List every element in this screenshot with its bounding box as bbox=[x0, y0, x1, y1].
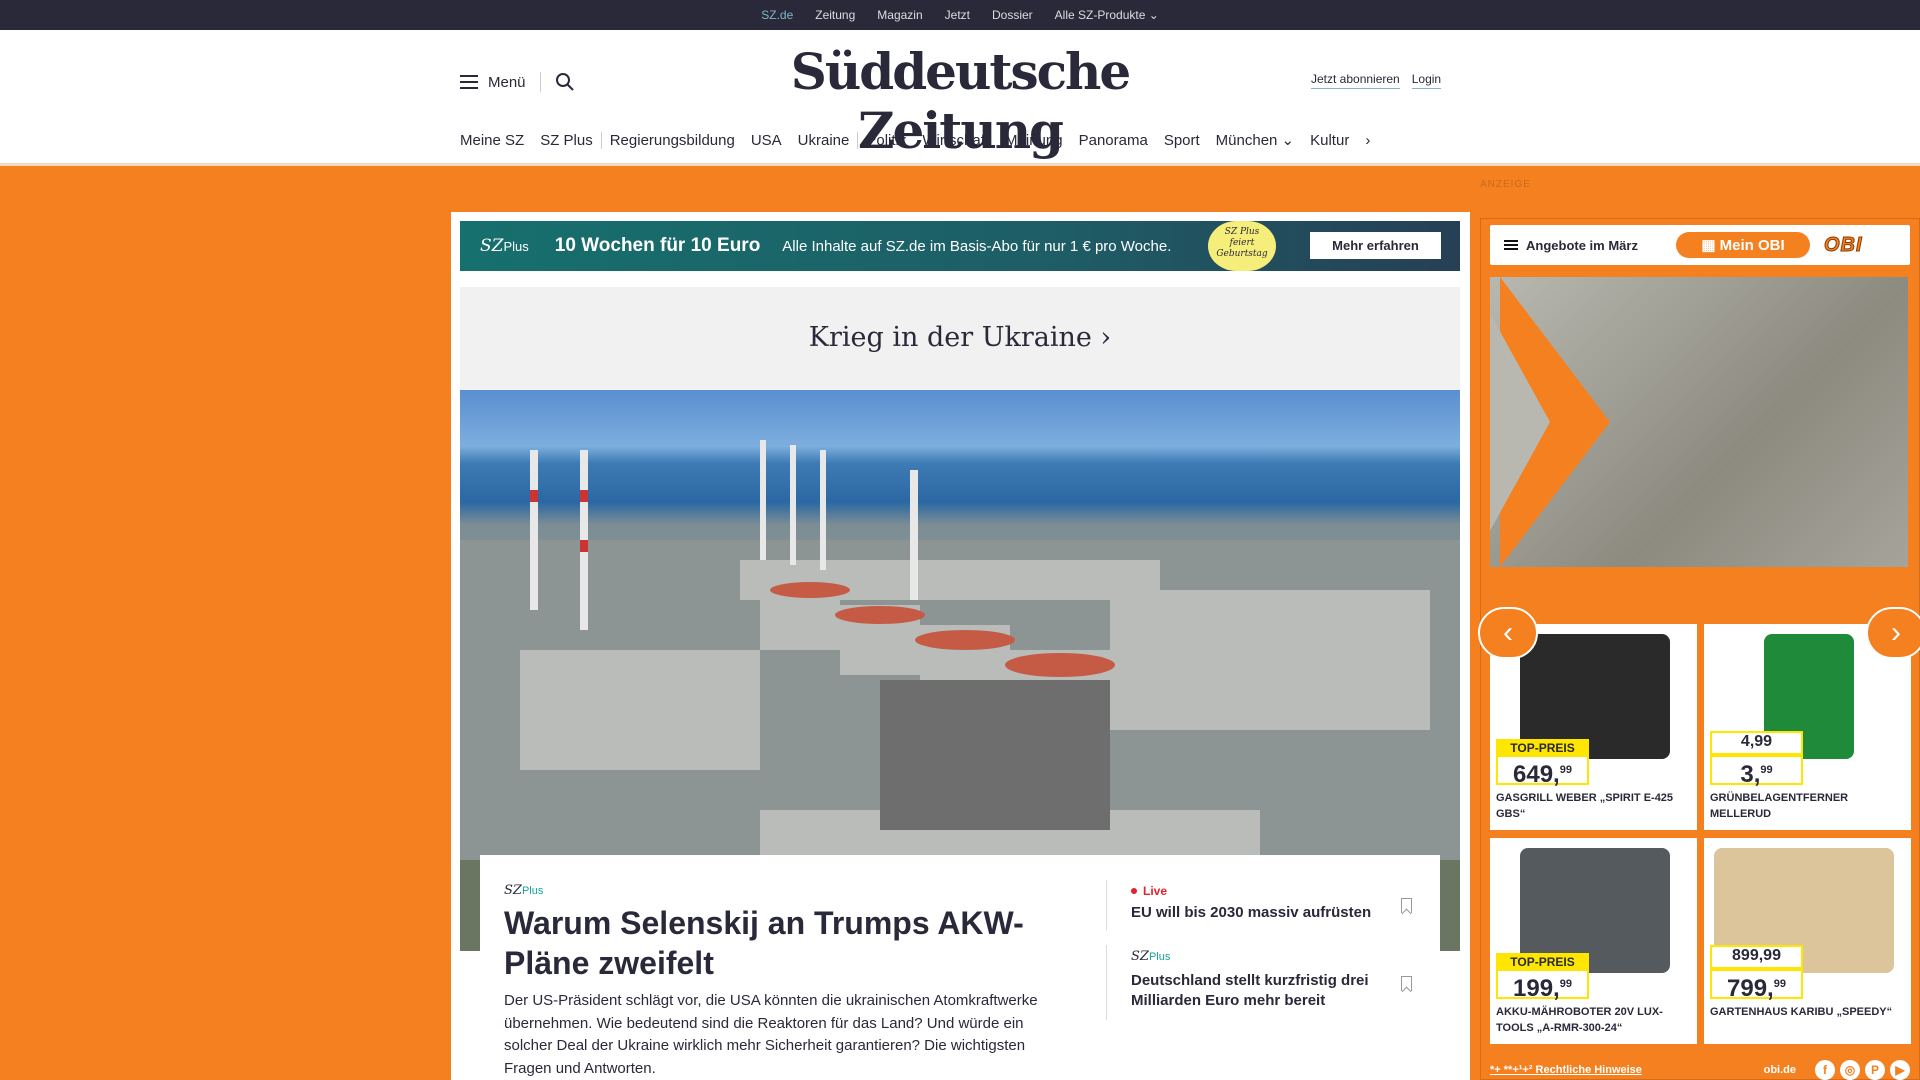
ad-footer: *+ **+¹+² Rechtliche Hinweise obi.de f ◎… bbox=[1490, 1060, 1910, 1080]
divider bbox=[1106, 880, 1107, 930]
nav-ukraine[interactable]: Ukraine bbox=[790, 131, 859, 149]
top-bar: SZ.de Zeitung Magazin Jetzt Dossier Alle… bbox=[0, 0, 1920, 33]
nav-meine-sz[interactable]: Meine SZ bbox=[460, 132, 532, 149]
divider bbox=[539, 72, 541, 92]
menu-button[interactable]: Menü bbox=[460, 72, 575, 92]
more-info-button[interactable]: Mehr erfahren bbox=[1310, 232, 1441, 259]
main-nav: Meine SZ SZ Plus Regierungsbildung USA U… bbox=[460, 130, 1378, 150]
brand: SZ bbox=[480, 236, 504, 256]
nav-muenchen[interactable]: München ⌄ bbox=[1208, 131, 1302, 149]
side-article-title[interactable]: EU will bis 2030 massiv aufrüsten bbox=[1131, 903, 1381, 923]
ad-menu-label[interactable]: Angebote im März bbox=[1526, 238, 1638, 253]
nav-meinung[interactable]: Meinung bbox=[997, 132, 1071, 149]
product-name: Grünbelagentferner Mellerud bbox=[1710, 792, 1849, 820]
obi-logo: OBI bbox=[1824, 234, 1863, 257]
product-card[interactable]: 899,99 799,99 Gartenhaus Karibu „Speedy“ bbox=[1704, 838, 1911, 1044]
product-name: Gartenhaus Karibu „Speedy“ bbox=[1710, 1006, 1893, 1018]
brand-plus: Plus bbox=[503, 239, 529, 254]
topbar-zeitung[interactable]: Zeitung bbox=[815, 8, 855, 22]
nav-sport[interactable]: Sport bbox=[1156, 132, 1208, 149]
price-cents: 99 bbox=[1559, 978, 1572, 990]
price-cents: 99 bbox=[1760, 764, 1773, 776]
price: 199,99 bbox=[1496, 969, 1589, 1002]
section-title-link[interactable]: Krieg in der Ukraine › bbox=[460, 322, 1460, 353]
price-main: 799, bbox=[1727, 975, 1774, 1002]
nav-usa[interactable]: USA bbox=[743, 132, 790, 149]
topbar-all-products[interactable]: Alle SZ-Produkte ⌄ bbox=[1055, 8, 1159, 22]
price: 649,99 bbox=[1496, 755, 1589, 788]
topbar-jetzt[interactable]: Jetzt bbox=[945, 8, 970, 22]
hamburger-icon bbox=[460, 75, 478, 89]
promo-headline: 10 Wochen für 10 Euro bbox=[554, 235, 761, 256]
ad-hero-image[interactable] bbox=[1490, 277, 1908, 567]
divider bbox=[1106, 945, 1107, 1020]
facebook-icon[interactable]: f bbox=[1815, 1060, 1835, 1080]
product-name: Akku-Mähroboter 20V Lux-Tools „A-RMR-300… bbox=[1496, 1006, 1663, 1034]
product-card[interactable]: TOP-PREIS 199,99 Akku-Mähroboter 20V Lux… bbox=[1490, 838, 1697, 1044]
brand: SZ bbox=[504, 883, 522, 898]
lead-headline[interactable]: Warum Selenskij an Trumps AKW-Pläne zwei… bbox=[504, 903, 1064, 983]
youtube-icon[interactable]: ▶ bbox=[1890, 1060, 1910, 1080]
sz-plus-label: SZPlus bbox=[504, 883, 543, 898]
promo-text: Alle Inhalte auf SZ.de im Basis-Abo für … bbox=[782, 237, 1172, 255]
bookmark-icon[interactable] bbox=[1401, 898, 1412, 913]
menu-label: Menü bbox=[488, 73, 526, 91]
brand-plus: Plus bbox=[521, 885, 544, 897]
topbar-sz-de[interactable]: SZ.de bbox=[761, 8, 793, 33]
nav-next-arrow[interactable]: › bbox=[1357, 132, 1378, 149]
product-name: Gasgrill Weber „Spirit E-425 GBS“ bbox=[1496, 792, 1674, 820]
lead-teaser: Der US-Präsident schlägt vor, die USA kö… bbox=[504, 992, 1038, 1077]
sz-plus-logo: SZPlus bbox=[480, 236, 529, 256]
side-article-title[interactable]: Deutschland stellt kurzfristig drei Mill… bbox=[1131, 971, 1381, 1011]
topbar-dossier[interactable]: Dossier bbox=[992, 8, 1033, 22]
nav-wirtschaft[interactable]: Wirtschaft bbox=[914, 132, 997, 149]
store-icon: ▦ bbox=[1701, 237, 1720, 254]
search-icon[interactable] bbox=[555, 72, 575, 92]
subscribe-link[interactable]: Jetzt abonnieren bbox=[1311, 72, 1400, 89]
nav-kultur[interactable]: Kultur bbox=[1302, 132, 1357, 149]
brand: SZ bbox=[1131, 949, 1149, 964]
login-link[interactable]: Login bbox=[1411, 72, 1442, 89]
live-badge: Live bbox=[1131, 884, 1167, 898]
legal-notice-link[interactable]: *+ **+¹+² Rechtliche Hinweise bbox=[1490, 1064, 1642, 1076]
old-price: 4,99 bbox=[1710, 731, 1803, 755]
bookmark-icon[interactable] bbox=[1401, 976, 1412, 991]
hamburger-icon[interactable] bbox=[1504, 240, 1518, 250]
carousel-prev-button[interactable]: ‹ bbox=[1478, 607, 1538, 659]
price-cents: 99 bbox=[1559, 764, 1572, 776]
price: 799,99 bbox=[1710, 969, 1803, 1002]
price-cents: 99 bbox=[1773, 978, 1786, 990]
ad-label: ANZEIGE bbox=[1480, 179, 1531, 190]
nav-politik[interactable]: Politik bbox=[858, 132, 914, 149]
old-price: 899,99 bbox=[1710, 945, 1803, 969]
instagram-icon[interactable]: ◎ bbox=[1840, 1060, 1860, 1080]
topbar-magazin[interactable]: Magazin bbox=[877, 8, 922, 22]
badge-brand: SZ Plus bbox=[1224, 227, 1260, 237]
mein-obi-button[interactable]: ▦ Mein OBI bbox=[1676, 232, 1810, 258]
birthday-badge: SZ Plus feiert Geburtstag bbox=[1208, 221, 1276, 271]
brand-plus: Plus bbox=[1148, 951, 1171, 963]
obi-site-link[interactable]: obi.de bbox=[1764, 1064, 1796, 1076]
sz-plus-label: SZPlus bbox=[1131, 949, 1170, 964]
price: 3,99 bbox=[1710, 755, 1803, 788]
nav-panorama[interactable]: Panorama bbox=[1071, 132, 1156, 149]
chevron-graphic bbox=[1490, 277, 1550, 567]
badge-text: feiert Geburtstag bbox=[1216, 238, 1268, 259]
nav-sz-plus[interactable]: SZ Plus bbox=[532, 131, 602, 149]
carousel-next-button[interactable]: › bbox=[1866, 607, 1920, 659]
nav-regierungsbildung[interactable]: Regierungsbildung bbox=[602, 132, 743, 149]
price-main: 649, bbox=[1513, 761, 1560, 788]
price-main: 3, bbox=[1740, 761, 1761, 788]
pinterest-icon[interactable]: P bbox=[1865, 1060, 1885, 1080]
price-main: 199, bbox=[1513, 975, 1560, 1002]
mein-obi-label: Mein OBI bbox=[1719, 236, 1785, 254]
